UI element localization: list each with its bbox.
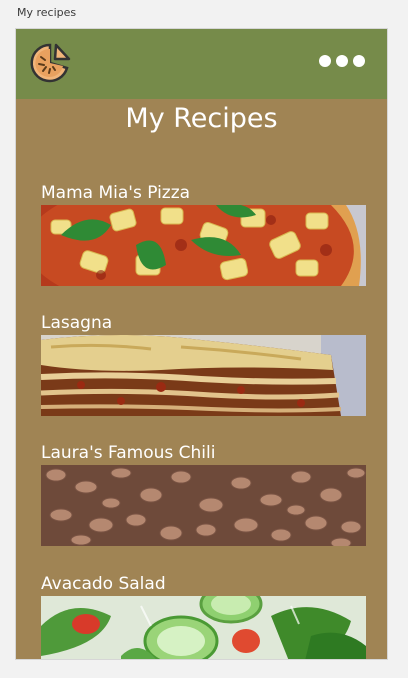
pie-logo-icon[interactable] xyxy=(29,42,71,84)
recipe-name: Lasagna xyxy=(41,313,113,333)
menu-dot xyxy=(353,55,365,67)
app-window: My Recipes Mama Mia's Pizza Lasagna Laur… xyxy=(15,28,388,660)
recipe-name: Avacado Salad xyxy=(41,574,166,594)
chili-beans-image[interactable] xyxy=(41,465,366,546)
salad-image[interactable] xyxy=(41,596,366,659)
recipe-card[interactable]: Laura's Famous Chili xyxy=(41,441,366,546)
recipe-card[interactable]: Mama Mia's Pizza xyxy=(41,181,366,286)
window-title: My recipes xyxy=(17,6,77,19)
more-dots-icon[interactable] xyxy=(319,55,365,67)
recipe-card[interactable]: Lasagna xyxy=(41,311,366,416)
recipe-name: Mama Mia's Pizza xyxy=(41,183,191,203)
app-header xyxy=(16,29,387,99)
pizza-image[interactable] xyxy=(41,205,366,286)
page-title: My Recipes xyxy=(125,103,278,134)
recipe-card[interactable]: Avacado Salad xyxy=(41,572,366,659)
menu-dot xyxy=(319,55,331,67)
recipe-name: Laura's Famous Chili xyxy=(41,443,216,463)
lasagna-image[interactable] xyxy=(41,335,366,416)
menu-dot xyxy=(336,55,348,67)
